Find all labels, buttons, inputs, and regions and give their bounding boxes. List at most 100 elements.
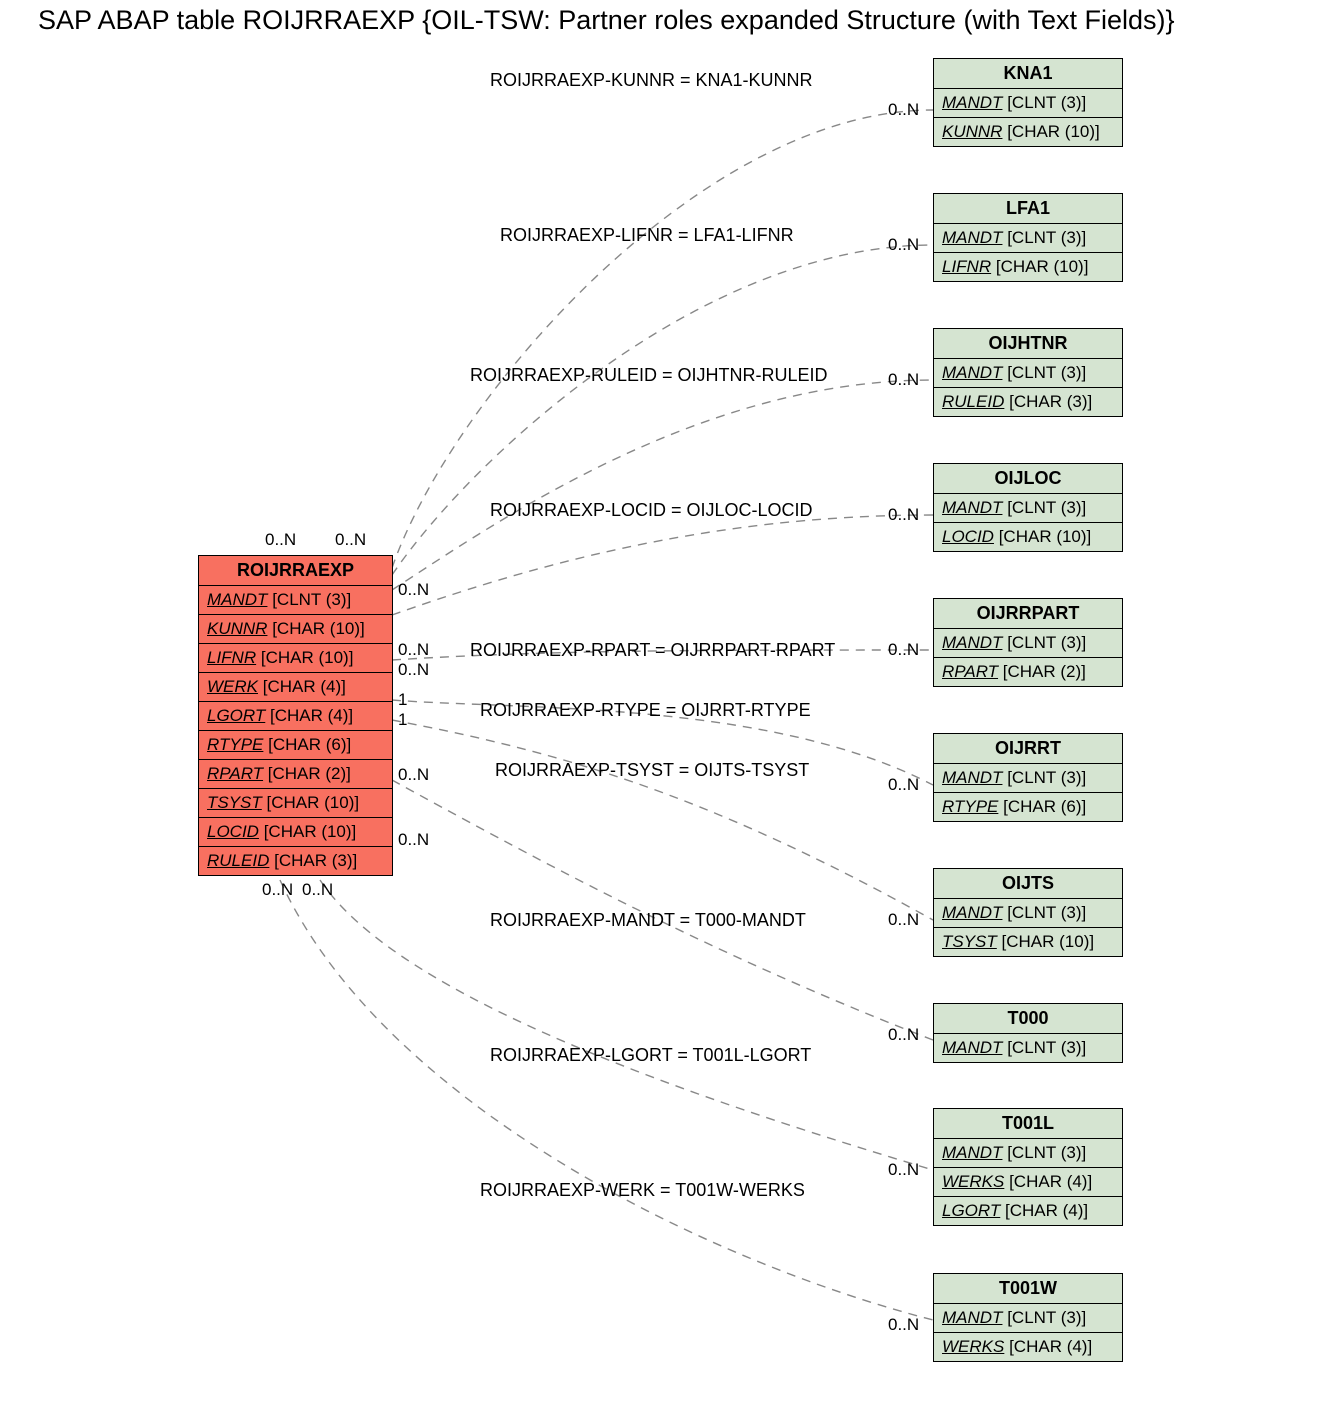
relation-label: ROIJRRAEXP-WERK = T001W-WERKS (480, 1180, 805, 1201)
entity-header: T001W (934, 1274, 1122, 1304)
field-name: TSYST (942, 932, 997, 951)
cardinality-right: 0..N (888, 100, 919, 120)
field-row: MANDT [CLNT (3)] (934, 629, 1122, 658)
cardinality-right: 0..N (888, 505, 919, 525)
entity-lfa1: LFA1 MANDT [CLNT (3)] LIFNR [CHAR (10)] (933, 193, 1123, 282)
field-type: [CLNT (3)] (1007, 228, 1086, 247)
field-row: MANDT [CLNT (3)] (934, 494, 1122, 523)
entity-header: OIJLOC (934, 464, 1122, 494)
field-row: MANDT [CLNT (3)] (934, 1304, 1122, 1333)
field-name: LOCID (207, 822, 259, 841)
er-diagram: ROIJRRAEXP MANDT [CLNT (3)] KUNNR [CHAR … (0, 0, 1317, 1415)
field-name: LGORT (942, 1201, 1000, 1220)
field-name: MANDT (942, 1308, 1002, 1327)
cardinality-left: 0..N (398, 580, 429, 600)
field-row: LOCID [CHAR (10)] (199, 818, 392, 847)
field-type: [CHAR (10)] (996, 257, 1089, 276)
field-name: RPART (207, 764, 263, 783)
field-type: [CHAR (4)] (1005, 1201, 1088, 1220)
field-name: MANDT (207, 590, 267, 609)
field-name: KUNNR (942, 122, 1002, 141)
field-name: LGORT (207, 706, 265, 725)
field-type: [CHAR (6)] (1003, 797, 1086, 816)
entity-header: OIJRRT (934, 734, 1122, 764)
cardinality-right: 0..N (888, 1160, 919, 1180)
field-row: RTYPE [CHAR (6)] (199, 731, 392, 760)
entity-main: ROIJRRAEXP MANDT [CLNT (3)] KUNNR [CHAR … (198, 555, 393, 876)
field-row: MANDT [CLNT (3)] (934, 224, 1122, 253)
entity-header: KNA1 (934, 59, 1122, 89)
relation-label: ROIJRRAEXP-KUNNR = KNA1-KUNNR (490, 70, 813, 91)
field-name: KUNNR (207, 619, 267, 638)
field-name: LIFNR (207, 648, 256, 667)
field-row: TSYST [CHAR (10)] (199, 789, 392, 818)
entity-kna1: KNA1 MANDT [CLNT (3)] KUNNR [CHAR (10)] (933, 58, 1123, 147)
field-name: MANDT (942, 1143, 1002, 1162)
field-type: [CLNT (3)] (1007, 363, 1086, 382)
cardinality-left: 1 (398, 710, 407, 730)
relation-label: ROIJRRAEXP-TSYST = OIJTS-TSYST (495, 760, 809, 781)
cardinality-right: 0..N (888, 235, 919, 255)
field-row: LGORT [CHAR (4)] (934, 1197, 1122, 1225)
cardinality-left: 1 (398, 690, 407, 710)
cardinality-right: 0..N (888, 640, 919, 660)
field-type: [CHAR (10)] (999, 527, 1092, 546)
entity-header: T000 (934, 1004, 1122, 1034)
entity-header: OIJHTNR (934, 329, 1122, 359)
field-row: MANDT [CLNT (3)] (934, 1139, 1122, 1168)
entity-oijrrt: OIJRRT MANDT [CLNT (3)] RTYPE [CHAR (6)] (933, 733, 1123, 822)
field-type: [CHAR (3)] (274, 851, 357, 870)
field-type: [CHAR (3)] (1009, 392, 1092, 411)
entity-t001l: T001L MANDT [CLNT (3)] WERKS [CHAR (4)] … (933, 1108, 1123, 1226)
field-row: KUNNR [CHAR (10)] (934, 118, 1122, 146)
field-name: RULEID (942, 392, 1004, 411)
cardinality-right: 0..N (888, 370, 919, 390)
field-type: [CHAR (4)] (1009, 1172, 1092, 1191)
field-type: [CLNT (3)] (1007, 633, 1086, 652)
field-name: LIFNR (942, 257, 991, 276)
cardinality-right: 0..N (888, 1315, 919, 1335)
relation-label: ROIJRRAEXP-MANDT = T000-MANDT (490, 910, 806, 931)
entity-oijhtnr: OIJHTNR MANDT [CLNT (3)] RULEID [CHAR (3… (933, 328, 1123, 417)
field-row: LIFNR [CHAR (10)] (934, 253, 1122, 281)
field-name: WERKS (942, 1337, 1004, 1356)
field-name: MANDT (942, 903, 1002, 922)
field-type: [CLNT (3)] (272, 590, 351, 609)
field-row: RULEID [CHAR (3)] (199, 847, 392, 875)
field-name: WERK (207, 677, 258, 696)
field-name: LOCID (942, 527, 994, 546)
field-row: WERKS [CHAR (4)] (934, 1168, 1122, 1197)
field-type: [CLNT (3)] (1007, 903, 1086, 922)
field-type: [CHAR (10)] (1002, 932, 1095, 951)
entity-header: LFA1 (934, 194, 1122, 224)
entity-oijrrpart: OIJRRPART MANDT [CLNT (3)] RPART [CHAR (… (933, 598, 1123, 687)
field-name: WERKS (942, 1172, 1004, 1191)
field-type: [CHAR (10)] (1007, 122, 1100, 141)
field-name: TSYST (207, 793, 262, 812)
cardinality-left: 0..N (398, 830, 429, 850)
field-row: MANDT [CLNT (3)] (934, 899, 1122, 928)
field-row: KUNNR [CHAR (10)] (199, 615, 392, 644)
field-type: [CHAR (2)] (268, 764, 351, 783)
field-type: [CHAR (4)] (263, 677, 346, 696)
field-type: [CHAR (6)] (268, 735, 351, 754)
field-type: [CHAR (10)] (261, 648, 354, 667)
relation-label: ROIJRRAEXP-RPART = OIJRRPART-RPART (470, 640, 835, 661)
entity-main-header: ROIJRRAEXP (199, 556, 392, 586)
field-type: [CLNT (3)] (1007, 93, 1086, 112)
entity-header: OIJTS (934, 869, 1122, 899)
field-row: MANDT [CLNT (3)] (934, 1034, 1122, 1062)
cardinality-left: 0..N (262, 880, 293, 900)
relation-label: ROIJRRAEXP-LGORT = T001L-LGORT (490, 1045, 811, 1066)
field-name: MANDT (942, 768, 1002, 787)
field-name: MANDT (942, 93, 1002, 112)
field-type: [CHAR (4)] (1009, 1337, 1092, 1356)
field-type: [CHAR (10)] (267, 793, 360, 812)
cardinality-right: 0..N (888, 1025, 919, 1045)
field-row: LOCID [CHAR (10)] (934, 523, 1122, 551)
field-row: WERKS [CHAR (4)] (934, 1333, 1122, 1361)
field-name: MANDT (942, 498, 1002, 517)
field-name: RTYPE (942, 797, 998, 816)
relation-label: ROIJRRAEXP-LIFNR = LFA1-LIFNR (500, 225, 794, 246)
field-name: RULEID (207, 851, 269, 870)
